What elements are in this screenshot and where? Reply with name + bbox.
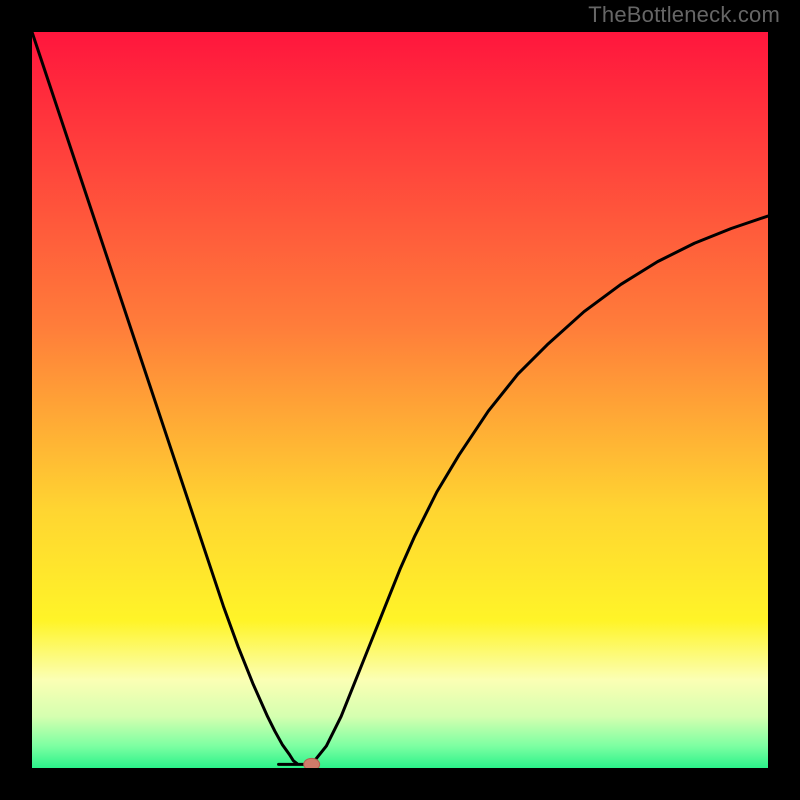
bottleneck-chart [32, 32, 768, 768]
chart-frame: TheBottleneck.com [0, 0, 800, 800]
plot-area [32, 32, 768, 768]
optimum-marker [304, 758, 320, 768]
watermark-text: TheBottleneck.com [588, 2, 780, 28]
gradient-background [32, 32, 768, 768]
